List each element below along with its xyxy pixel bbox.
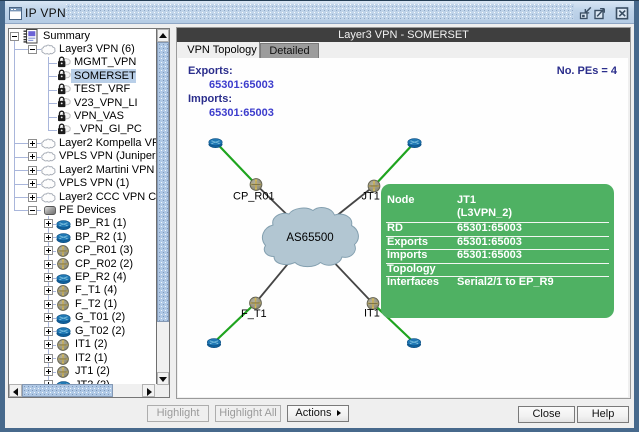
svg-text:F_T1: F_T1 [241,308,267,320]
svg-text:JT1: JT1 [362,191,380,203]
svg-text:IT1: IT1 [364,308,380,320]
svg-text:CP_R01: CP_R01 [233,191,275,203]
svg-text:AS65500: AS65500 [286,232,333,244]
